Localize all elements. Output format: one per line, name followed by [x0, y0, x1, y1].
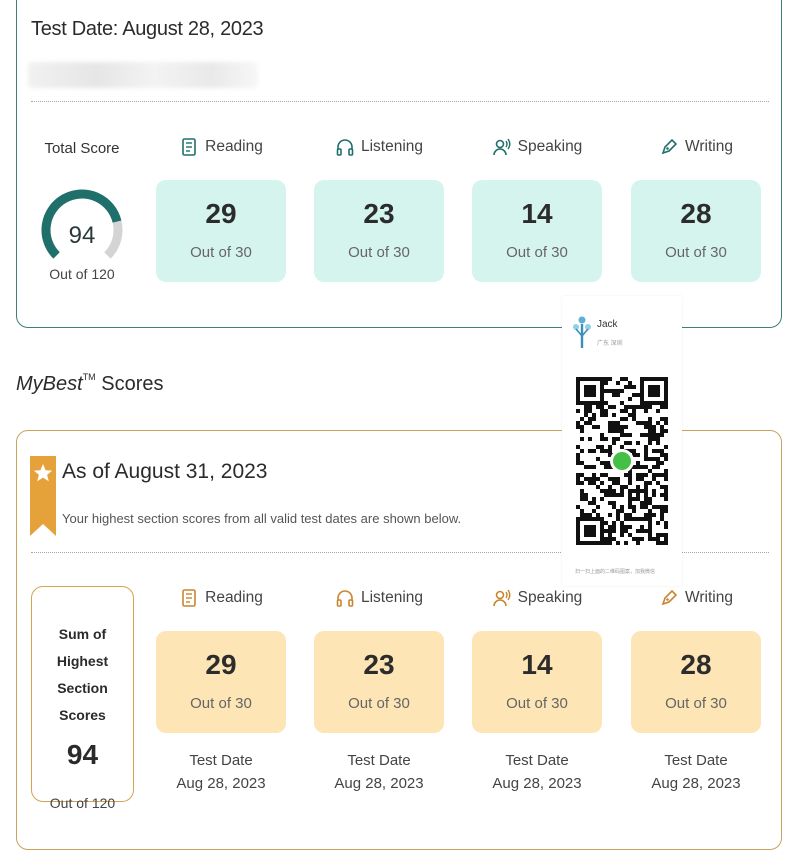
mybest-listening-tile: 23 Out of 30 — [314, 631, 444, 733]
mybest-writing-label: Writing — [685, 589, 733, 606]
mybest-speaking-tile: 14 Out of 30 — [472, 631, 602, 733]
date-value: Aug 28, 2023 — [334, 775, 424, 792]
qr-footer-text: 扫一扫上面的二维码图案，加我微信 — [575, 569, 656, 575]
date-label: Test Date — [664, 752, 728, 769]
pen-icon — [661, 589, 678, 606]
mybest-reading-label: Reading — [205, 589, 263, 606]
mybest-writing-date: Test Date Aug 28, 2023 — [631, 749, 761, 795]
writing-out-of: Out of 30 — [665, 244, 727, 261]
reading-label: Reading — [205, 138, 263, 155]
mybest-writing-score: 28 — [680, 649, 712, 680]
total-score-label: Total Score — [44, 140, 120, 157]
redacted-name — [28, 62, 258, 88]
speaker-icon — [492, 589, 511, 607]
pen-icon — [661, 138, 678, 155]
sum-label-line1: Sum of Highest — [56, 626, 109, 669]
listening-score: 23 — [363, 198, 395, 229]
qr-profile-region: 广东 深圳 — [597, 341, 623, 347]
mybest-listening-score: 23 — [363, 649, 395, 680]
reading-score: 29 — [205, 198, 237, 229]
qr-profile-name: Jack — [597, 319, 618, 330]
sum-highest-box: Sum of Highest Section Scores 94 Out of … — [31, 586, 134, 811]
mybest-title-rest: Scores — [95, 373, 164, 395]
reading-header: Reading — [156, 137, 286, 157]
mybest-title: MyBest — [16, 373, 83, 395]
speaking-score-tile: 14 Out of 30 — [472, 180, 602, 282]
mybest-speaking-header: Speaking — [472, 588, 602, 608]
trademark-mark: TM — [82, 372, 96, 382]
sum-value: 94 — [66, 739, 99, 770]
date-label: Test Date — [347, 752, 411, 769]
listening-header: Listening — [314, 137, 444, 157]
speaking-score: 14 — [521, 198, 553, 229]
reading-score-tile: 29 Out of 30 — [156, 180, 286, 282]
book-icon — [182, 138, 196, 156]
total-score-out-of: Out of 120 — [49, 266, 115, 282]
total-score-value: 94 — [68, 222, 96, 249]
date-label: Test Date — [505, 752, 569, 769]
book-icon — [182, 589, 196, 607]
mybest-listening-date: Test Date Aug 28, 2023 — [314, 749, 444, 795]
date-value: Aug 28, 2023 — [176, 775, 266, 792]
mybest-speaking-score: 14 — [521, 649, 553, 680]
headphones-icon — [336, 590, 354, 607]
sum-label: Sum of Highest Section Scores — [32, 621, 133, 729]
speaking-label: Speaking — [517, 138, 583, 155]
test-date-heading: Test Date: August 28, 2023 — [31, 18, 264, 40]
date-label: Test Date — [189, 752, 253, 769]
as-of-date: As of August 31, 2023 — [62, 460, 268, 483]
mybest-reading-tile: 29 Out of 30 — [156, 631, 286, 733]
writing-label: Writing — [685, 138, 733, 155]
sum-out-of: Out of 120 — [49, 795, 116, 811]
qr-code-icon — [576, 377, 668, 545]
writing-score: 28 — [680, 198, 712, 229]
mybest-listening-out-of: Out of 30 — [348, 695, 410, 712]
writing-header: Writing — [631, 137, 761, 157]
mybest-speaking-date: Test Date Aug 28, 2023 — [472, 749, 602, 795]
date-value: Aug 28, 2023 — [651, 775, 741, 792]
ribbon-badge-icon — [30, 456, 56, 536]
listening-score-tile: 23 Out of 30 — [314, 180, 444, 282]
mybest-writing-header: Writing — [631, 588, 761, 608]
mybest-listening-header: Listening — [314, 588, 444, 608]
mybest-reading-date: Test Date Aug 28, 2023 — [156, 749, 286, 795]
divider — [31, 101, 769, 102]
listening-out-of: Out of 30 — [348, 244, 410, 261]
speaking-header: Speaking — [472, 137, 602, 157]
mybest-reading-score: 29 — [205, 649, 237, 680]
listening-label: Listening — [360, 138, 424, 155]
mybest-description: Your highest section scores from all val… — [62, 511, 462, 526]
mybest-listening-label: Listening — [360, 589, 424, 606]
profile-avatar-icon — [573, 316, 591, 348]
mybest-writing-tile: 28 Out of 30 — [631, 631, 761, 733]
speaker-icon — [492, 138, 511, 156]
mybest-speaking-label: Speaking — [517, 589, 583, 606]
mybest-writing-out-of: Out of 30 — [665, 695, 727, 712]
headphones-icon — [336, 139, 354, 156]
mybest-reading-out-of: Out of 30 — [190, 695, 252, 712]
reading-out-of: Out of 30 — [190, 244, 252, 261]
total-score-gauge — [41, 189, 123, 259]
date-value: Aug 28, 2023 — [492, 775, 582, 792]
mybest-reading-header: Reading — [156, 588, 286, 608]
speaking-out-of: Out of 30 — [506, 244, 568, 261]
sum-label-line2: Section Scores — [57, 680, 108, 723]
writing-score-tile: 28 Out of 30 — [631, 180, 761, 282]
mybest-heading: MyBestTM Scores — [16, 372, 164, 396]
mybest-speaking-out-of: Out of 30 — [506, 695, 568, 712]
